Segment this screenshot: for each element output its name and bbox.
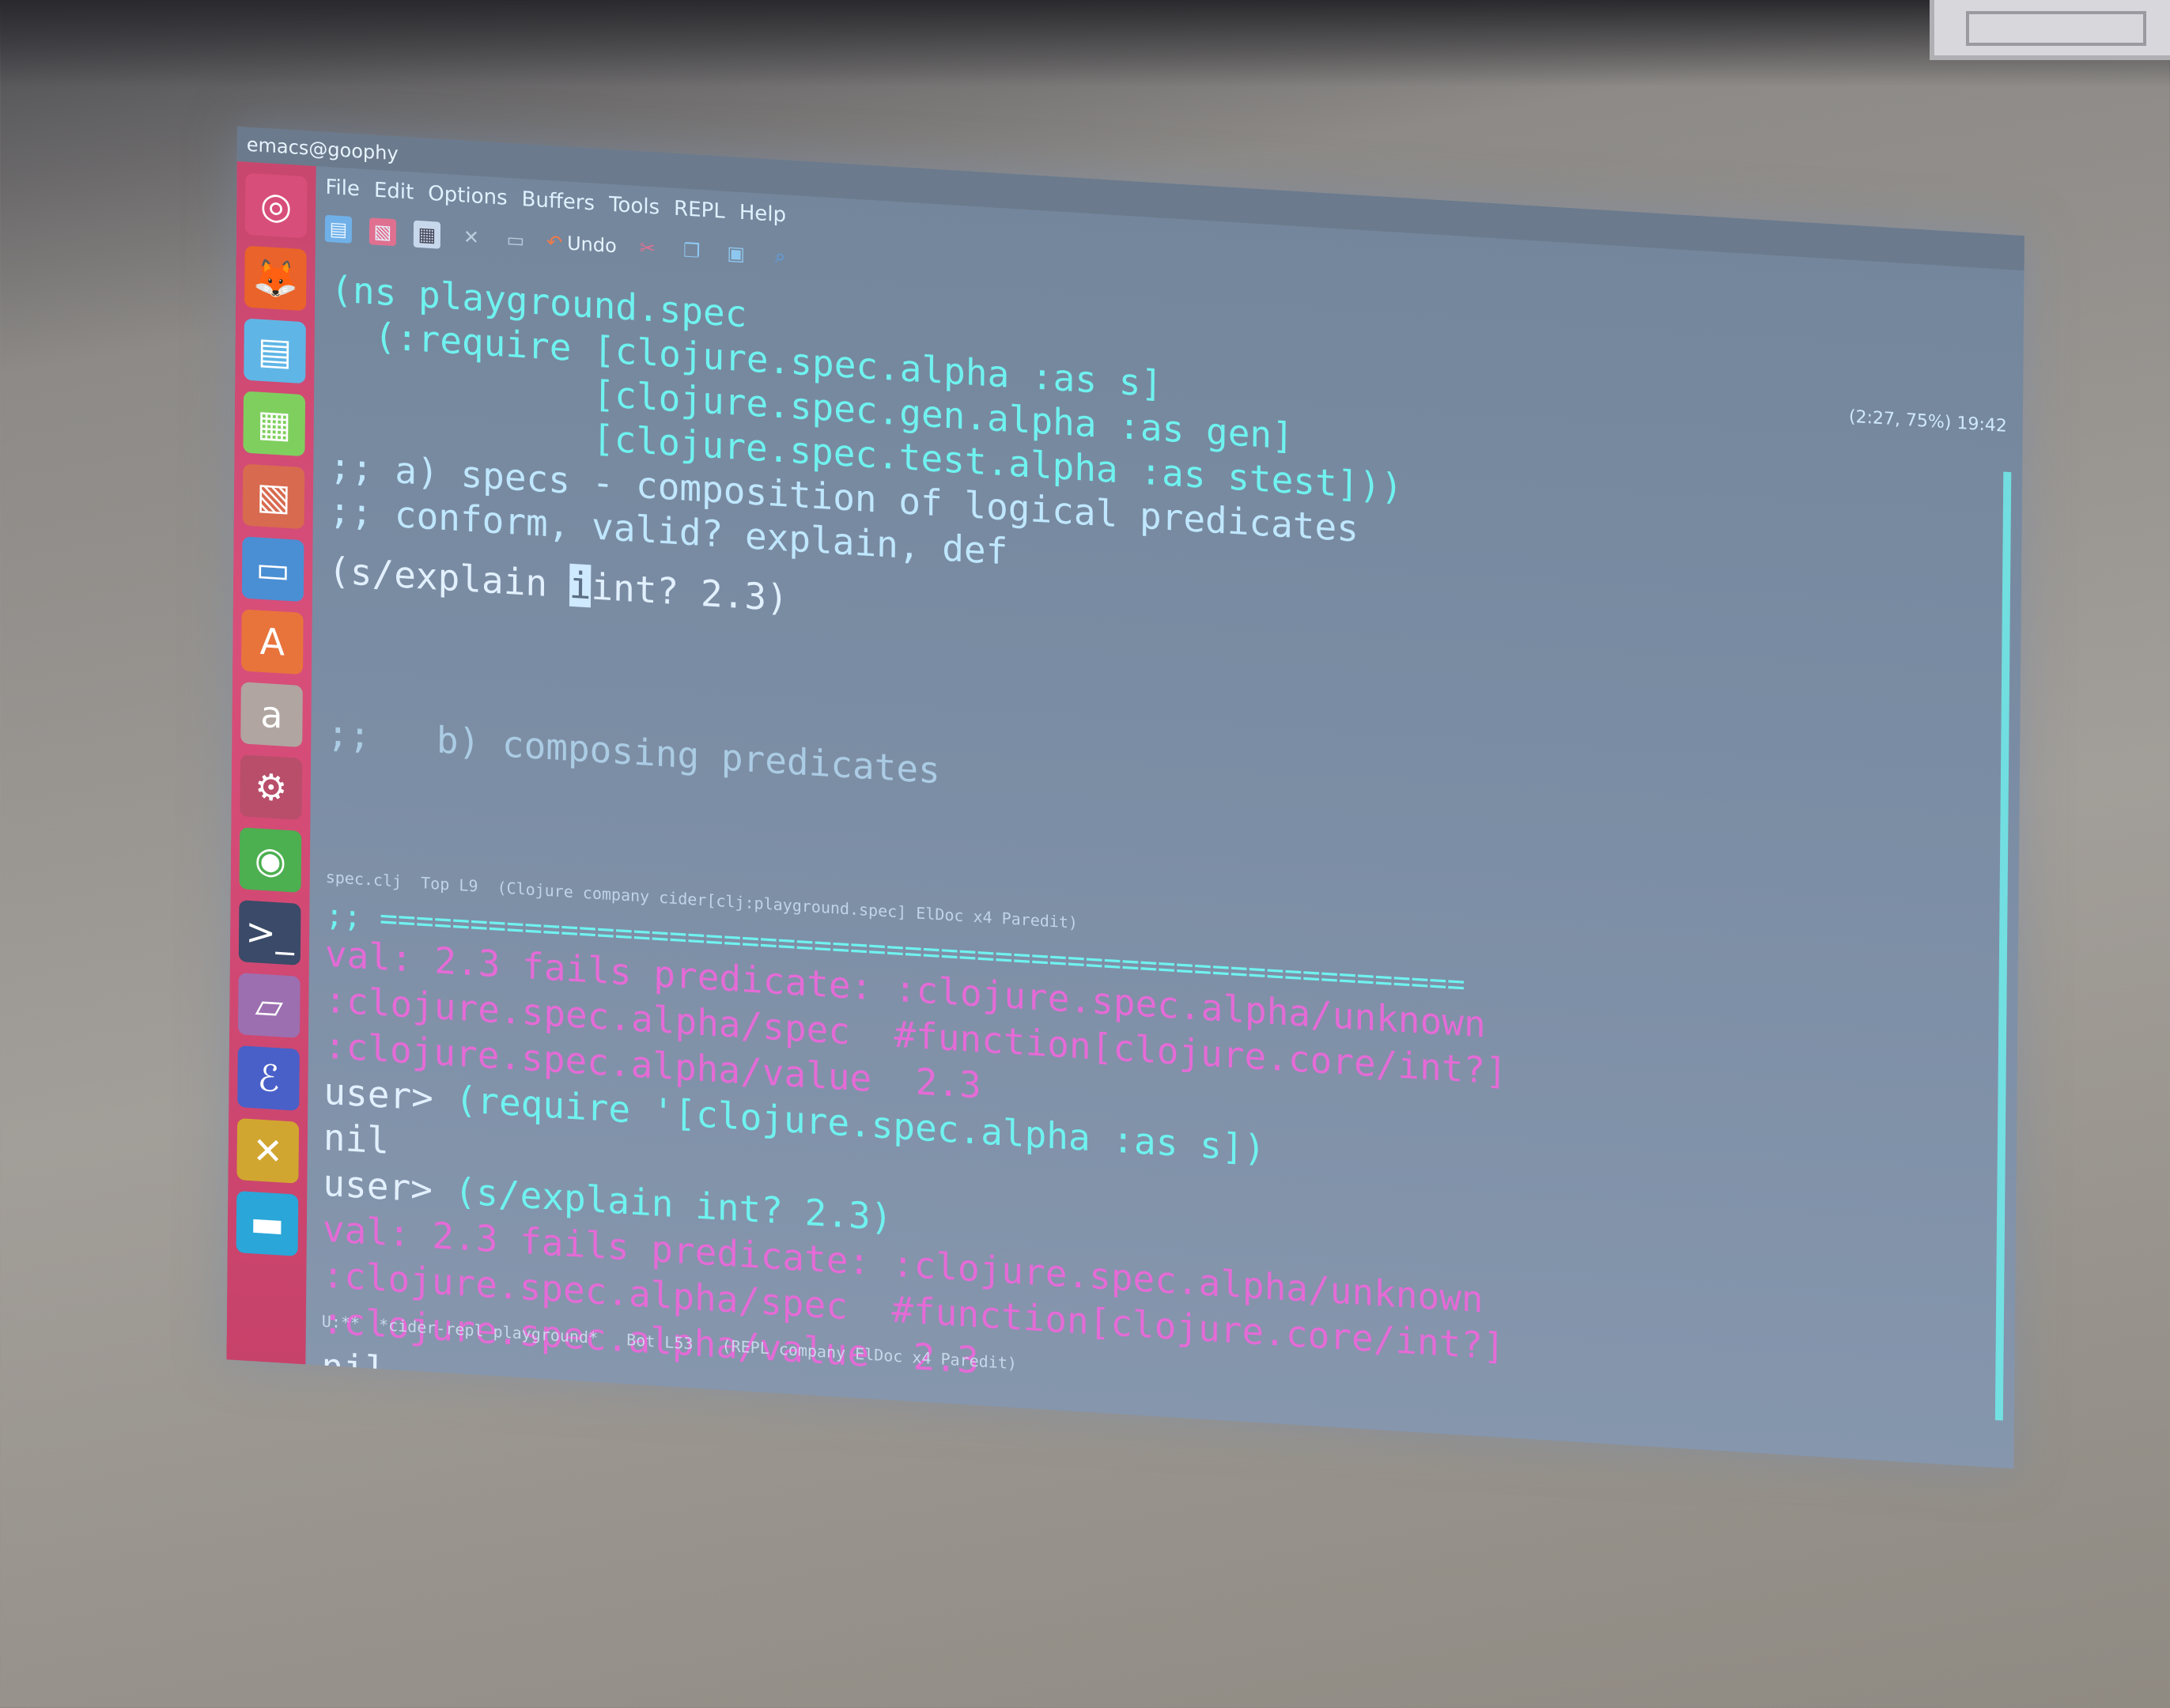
storage-icon[interactable]: ▬ bbox=[236, 1191, 299, 1256]
repl-prompt: user> bbox=[320, 1390, 453, 1442]
copy-icon[interactable]: ❐ bbox=[679, 236, 705, 265]
repl-output: nil bbox=[321, 1344, 388, 1392]
menu-item-repl[interactable]: REPL bbox=[674, 193, 725, 228]
explain-call: (s/explain bbox=[327, 549, 570, 606]
libreoffice-impress-icon[interactable]: ▧ bbox=[242, 463, 305, 530]
ceiling bbox=[0, 0, 2170, 87]
new-file-icon[interactable]: ▤ bbox=[324, 214, 353, 244]
firefox-icon[interactable]: 🦊 bbox=[244, 245, 307, 312]
repl-prompt: user> bbox=[323, 1161, 455, 1212]
settings-icon[interactable]: ⚙ bbox=[240, 754, 303, 821]
terminal-icon[interactable]: >_ bbox=[238, 900, 301, 965]
repl-output: nil bbox=[323, 1115, 390, 1162]
menu-item-tools[interactable]: Tools bbox=[609, 189, 660, 224]
repl-command: (s/explain int? 2.3) bbox=[452, 1398, 891, 1468]
ubuntu-dash-icon[interactable]: ◎ bbox=[244, 172, 308, 239]
open-file-icon[interactable]: ▧ bbox=[369, 217, 397, 247]
libreoffice-calc-icon[interactable]: ▦ bbox=[243, 391, 306, 457]
chrome-icon[interactable]: ◉ bbox=[239, 827, 302, 893]
save-file-icon[interactable]: ▦ bbox=[413, 220, 441, 249]
undo-button[interactable]: ↶ Undo bbox=[546, 231, 617, 257]
save-icon[interactable]: ▭ bbox=[502, 225, 529, 254]
undo-icon: ↶ bbox=[546, 230, 563, 255]
menu-item-edit[interactable]: Edit bbox=[374, 175, 414, 209]
comment-line: ;; b) composing predicates bbox=[327, 711, 941, 792]
repl-prompt: user> bbox=[323, 1069, 456, 1120]
software-center-icon[interactable]: A bbox=[240, 609, 304, 675]
amazon-icon[interactable]: a bbox=[240, 682, 303, 748]
menu-item-help[interactable]: Help bbox=[739, 197, 787, 232]
projected-screen: emacs@goophy ◎ 🦊 ▤ ▦ ▧ ▭ Aa ⚙ ◉ >_ ▱ ℰ ✕ ▬ File Edit Op… bbox=[226, 127, 2024, 1469]
launcher: ◎ 🦊 ▤ ▦ ▧ ▭ Aa ⚙ ◉ >_ ▱ ℰ ✕ ▬ bbox=[226, 161, 316, 1368]
screenshot-icon[interactable]: ▱ bbox=[237, 973, 301, 1038]
menu-item-options[interactable]: Options bbox=[428, 178, 508, 214]
files-icon[interactable]: ▤ bbox=[244, 318, 306, 384]
spec-editor-buffer[interactable]: (ns playground.spec (:require [clojure.s… bbox=[326, 266, 1975, 960]
undo-label: Undo bbox=[566, 232, 617, 258]
menu-item-file[interactable]: File bbox=[325, 172, 360, 206]
explain-args: int? 2.3) bbox=[591, 565, 788, 620]
paste-icon[interactable]: ▣ bbox=[723, 240, 750, 268]
ceiling-vent bbox=[1930, 0, 2170, 60]
cut-icon[interactable]: ✂ bbox=[634, 234, 661, 263]
scrollbar[interactable] bbox=[1994, 471, 2012, 1421]
app-window-icon[interactable]: ▭ bbox=[241, 536, 304, 603]
text-cursor: i bbox=[569, 563, 592, 608]
emacs-icon[interactable]: ℰ bbox=[237, 1045, 300, 1111]
search-icon[interactable]: ⌕ bbox=[767, 242, 794, 270]
xcode-tools-icon[interactable]: ✕ bbox=[236, 1118, 300, 1184]
menu-item-buffers[interactable]: Buffers bbox=[521, 183, 595, 220]
close-icon[interactable]: ✕ bbox=[458, 223, 485, 251]
